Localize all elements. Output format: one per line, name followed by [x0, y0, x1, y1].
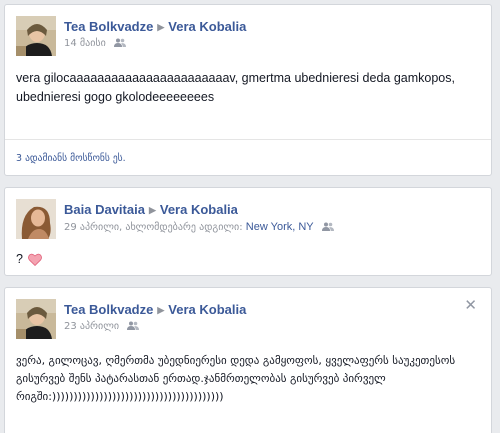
- location-prefix: , ახლომდებარე ადგილი:: [119, 222, 243, 233]
- friends-icon[interactable]: [127, 321, 140, 333]
- message-text: ?: [16, 252, 23, 266]
- friends-icon[interactable]: [113, 38, 126, 50]
- author-link[interactable]: Tea Bolkvadze: [64, 302, 153, 317]
- story-names: Baia Davitaia ▶ Vera Kobalia: [64, 202, 238, 217]
- story-message: ?: [16, 250, 43, 272]
- story-meta: 29 აპრილი, ახლომდებარე ადგილი: New York,…: [64, 221, 334, 234]
- story-names: Tea Bolkvadze ▶ Vera Kobalia: [64, 302, 246, 317]
- close-icon[interactable]: ✕: [464, 296, 477, 314]
- target-link[interactable]: Vera Kobalia: [168, 19, 246, 34]
- likes-count-link[interactable]: 3 ადამიანს მოსწონს ეს.: [16, 153, 126, 164]
- arrow-right-icon: ▶: [157, 305, 165, 315]
- author-link[interactable]: Baia Davitaia: [64, 202, 145, 217]
- timestamp-link[interactable]: 23 აპრილი: [64, 321, 119, 332]
- story-names: Tea Bolkvadze ▶ Vera Kobalia: [64, 19, 246, 34]
- arrow-right-icon: ▶: [157, 22, 165, 32]
- arrow-right-icon: ▶: [148, 205, 156, 215]
- avatar[interactable]: [16, 299, 56, 339]
- timestamp-link[interactable]: 29 აპრილი: [64, 222, 119, 233]
- avatar[interactable]: [16, 199, 56, 239]
- story-message: vera gilocaaaaaaaaaaaaaaaaaaaaaaav, gmer…: [16, 71, 455, 104]
- story-meta: 23 აპრილი: [64, 321, 140, 333]
- avatar[interactable]: [16, 16, 56, 56]
- friends-icon[interactable]: [321, 222, 334, 234]
- feed-story: Baia Davitaia ▶ Vera Kobalia 29 აპრილი, ახ…: [4, 187, 492, 276]
- feed-story: Tea Bolkvadze ▶ Vera Kobalia 14 მაისი vera…: [4, 4, 492, 176]
- location-link[interactable]: New York, NY: [246, 221, 314, 233]
- author-link[interactable]: Tea Bolkvadze: [64, 19, 153, 34]
- feed-story: ✕ Tea Bolkvadze ▶ Vera Kobalia 23 აპრილი ვ…: [4, 287, 492, 433]
- story-meta: 14 მაისი: [64, 38, 126, 50]
- heart-icon: [28, 253, 43, 272]
- target-link[interactable]: Vera Kobalia: [168, 302, 246, 317]
- target-link[interactable]: Vera Kobalia: [160, 202, 238, 217]
- timestamp-link[interactable]: 14 მაისი: [64, 38, 106, 49]
- likes-bar: 3 ადამიანს მოსწონს ეს.: [5, 139, 491, 177]
- story-message: ვერა, გილოცავ, ღმერთმა უბედნიერესი დედა …: [16, 354, 456, 403]
